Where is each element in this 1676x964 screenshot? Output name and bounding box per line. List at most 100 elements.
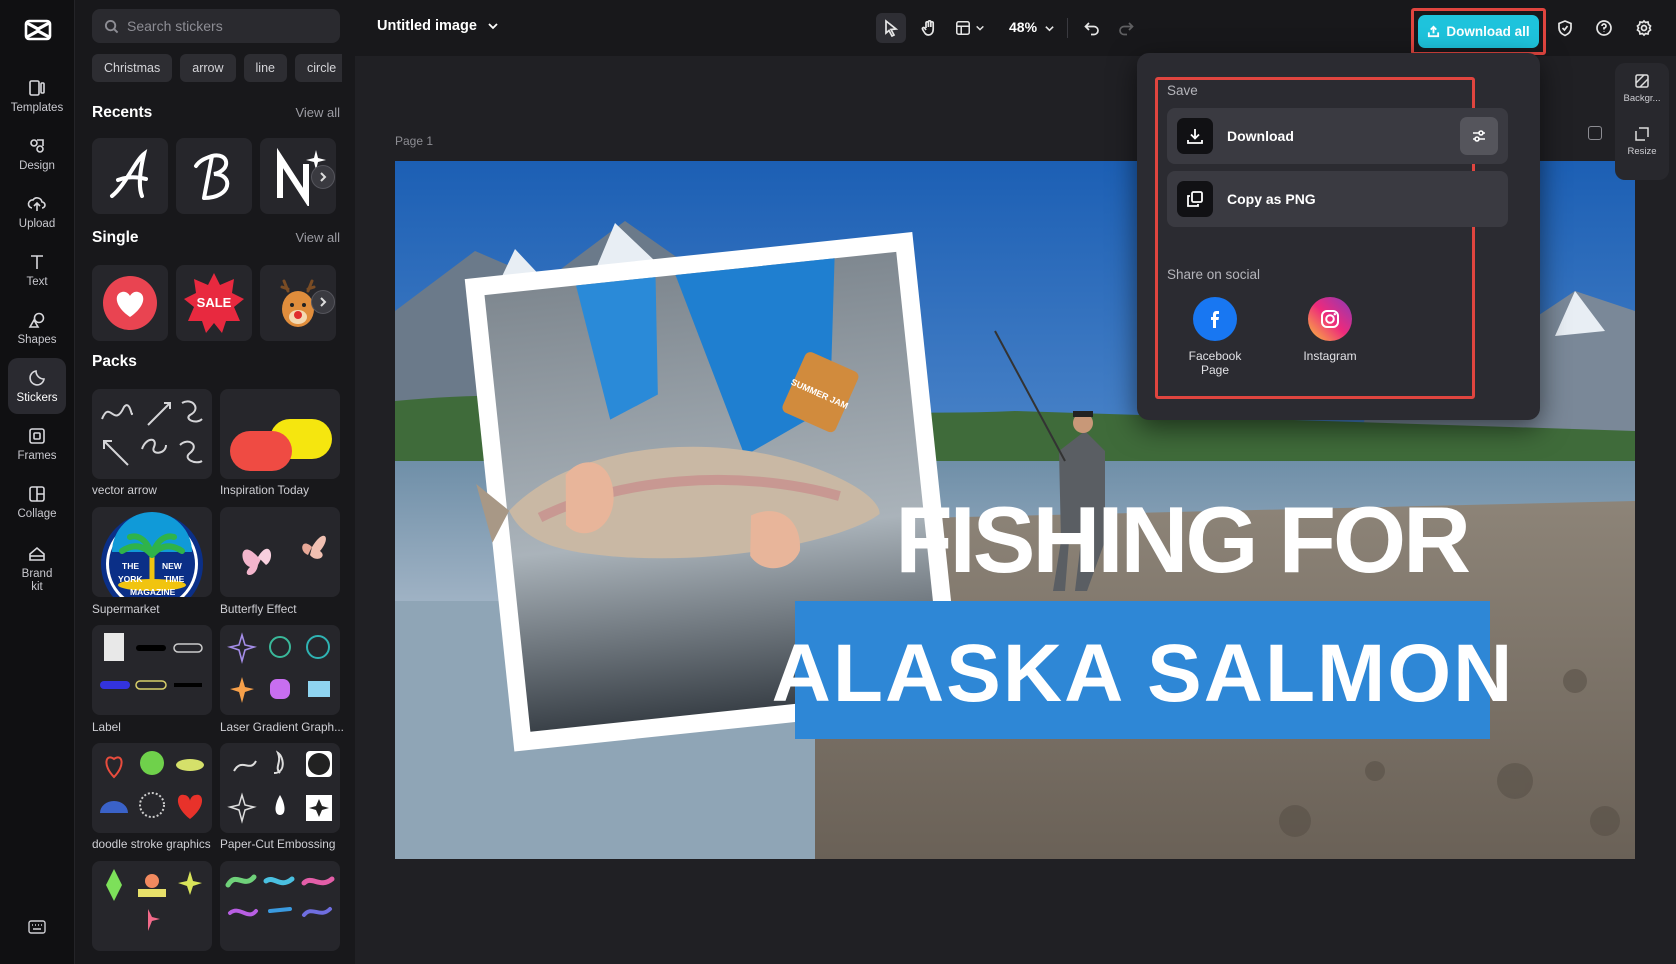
pack-label: vector arrow xyxy=(92,483,157,497)
pack-butterfly-effect[interactable] xyxy=(220,507,340,597)
templates-icon xyxy=(29,79,45,96)
copy-icon xyxy=(1187,191,1203,207)
left-rail: Templates Design Upload Text Shapes Stic… xyxy=(0,0,75,964)
facebook-icon xyxy=(1193,297,1237,341)
undo-button[interactable] xyxy=(1077,13,1107,43)
pack-supermarket[interactable]: THE NEW YORK TIME MAGAZINE xyxy=(92,507,212,597)
pack-label-stickers[interactable] xyxy=(92,625,212,715)
help-icon xyxy=(1596,20,1612,36)
headline-line-2: ALASKA SALMON xyxy=(772,628,1515,719)
download-all-button[interactable]: Download all xyxy=(1418,15,1539,48)
paper-cut-preview xyxy=(227,750,332,824)
rail-label: Shapes xyxy=(17,333,57,346)
pack-laser-gradient[interactable] xyxy=(220,625,340,715)
background-label: Backgr... xyxy=(1623,93,1661,104)
recents-view-all[interactable]: View all xyxy=(295,105,340,120)
rail-label: Design xyxy=(19,159,55,172)
document-title-text: Untitled image xyxy=(377,18,477,34)
pack-label: Laser Gradient Graph... xyxy=(220,720,344,734)
sale-burst-sticker: SALE xyxy=(184,273,244,333)
stickers-panel: Search stickers Christmas arrow line cir… xyxy=(75,0,355,964)
chip-christmas[interactable]: Christmas xyxy=(92,54,173,82)
redo-icon xyxy=(1119,22,1134,36)
sticker-recent-a[interactable] xyxy=(92,138,168,214)
redo-button[interactable] xyxy=(1111,13,1141,43)
script-a-sticker xyxy=(110,148,148,198)
shield-icon xyxy=(1558,20,1572,37)
share-facebook-button[interactable]: Facebook Page xyxy=(1173,297,1257,377)
right-tools: Backgr... Resize xyxy=(1615,63,1669,180)
single-next-button[interactable] xyxy=(311,290,335,314)
rail-item-text[interactable]: Text xyxy=(8,242,66,298)
upload-icon xyxy=(27,196,46,211)
copy-icon-box xyxy=(1177,181,1213,217)
facebook-label: Facebook Page xyxy=(1188,349,1242,377)
chevron-down-icon xyxy=(1044,25,1054,31)
resize-icon xyxy=(1635,127,1649,141)
pack-label: Supermarket xyxy=(92,602,160,616)
magazine-word: THE xyxy=(122,561,139,571)
chip-circle[interactable]: circle xyxy=(295,54,342,82)
rail-item-upload[interactable]: Upload xyxy=(8,184,66,240)
sticker-recent-b[interactable] xyxy=(176,138,252,214)
select-tool-button[interactable] xyxy=(876,13,906,43)
download-all-label: Download all xyxy=(1446,24,1530,39)
shield-button[interactable] xyxy=(1550,13,1580,43)
page-duplicate-icon[interactable] xyxy=(1588,126,1602,140)
rail-item-frames[interactable]: Frames xyxy=(8,416,66,472)
settings-button[interactable] xyxy=(1629,13,1659,43)
chip-arrow[interactable]: arrow xyxy=(180,54,236,82)
rail-item-templates[interactable]: Templates xyxy=(8,68,66,124)
chevron-down-icon xyxy=(488,23,498,30)
magazine-word: YORK xyxy=(118,574,143,584)
pack-shapes-row[interactable] xyxy=(92,861,212,951)
sticker-heart[interactable] xyxy=(92,265,168,341)
search-input[interactable]: Search stickers xyxy=(92,9,340,43)
copy-png-option[interactable]: Copy as PNG xyxy=(1167,171,1508,227)
capcut-logo[interactable] xyxy=(22,14,54,46)
zoom-dropdown-button[interactable] xyxy=(1037,13,1061,43)
chip-line[interactable]: line xyxy=(243,54,287,82)
sale-text: SALE xyxy=(197,295,232,310)
rail-item-shapes[interactable]: Shapes xyxy=(8,300,66,356)
share-upload-icon xyxy=(1428,25,1440,38)
share-instagram-button[interactable]: Instagram xyxy=(1288,297,1372,363)
pack-paper-cut[interactable] xyxy=(220,743,340,833)
single-view-all[interactable]: View all xyxy=(295,230,340,245)
download-settings-button[interactable] xyxy=(1460,117,1498,155)
background-tool[interactable]: Backgr... xyxy=(1615,73,1669,104)
pack-vector-arrow[interactable] xyxy=(92,389,212,479)
text-icon xyxy=(31,254,43,269)
pack-label: Paper-Cut Embossing xyxy=(220,837,336,851)
search-placeholder: Search stickers xyxy=(127,18,223,34)
single-title: Single xyxy=(92,229,139,246)
rail-item-collage[interactable]: Collage xyxy=(8,474,66,530)
brand-kit-icon xyxy=(29,546,45,561)
filter-chips: Christmas arrow line circle xyxy=(92,54,342,82)
rail-item-design[interactable]: Design xyxy=(8,126,66,182)
rail-item-stickers[interactable]: Stickers xyxy=(8,358,66,414)
download-option[interactable]: Download xyxy=(1167,108,1508,164)
rail-item-brand-kit[interactable]: Brand kit xyxy=(8,536,66,602)
pack-label: doodle stroke graphics xyxy=(92,837,211,851)
design-icon xyxy=(30,138,44,153)
download-label: Download xyxy=(1227,128,1294,144)
chevron-right-icon xyxy=(320,297,327,307)
pack-doodle-stroke[interactable] xyxy=(92,743,212,833)
document-title[interactable]: Untitled image xyxy=(377,18,499,34)
pack-inspiration-today[interactable] xyxy=(220,389,340,479)
instagram-label: Instagram xyxy=(1303,349,1357,363)
sticker-sale[interactable]: SALE xyxy=(176,265,252,341)
help-button[interactable] xyxy=(1589,13,1619,43)
zoom-level[interactable]: 48% xyxy=(1009,19,1037,35)
pack-squiggles[interactable] xyxy=(220,861,340,951)
layout-menu-button[interactable] xyxy=(948,13,992,43)
magazine-badge-preview: THE NEW YORK TIME MAGAZINE xyxy=(101,512,203,597)
rail-label: Frames xyxy=(17,449,57,462)
recents-next-button[interactable] xyxy=(311,165,335,189)
resize-tool[interactable]: Resize xyxy=(1615,126,1669,157)
keyboard-icon[interactable] xyxy=(28,920,46,934)
undo-icon xyxy=(1084,22,1099,36)
pack-label: Label xyxy=(92,720,121,734)
hand-tool-button[interactable] xyxy=(914,13,944,43)
